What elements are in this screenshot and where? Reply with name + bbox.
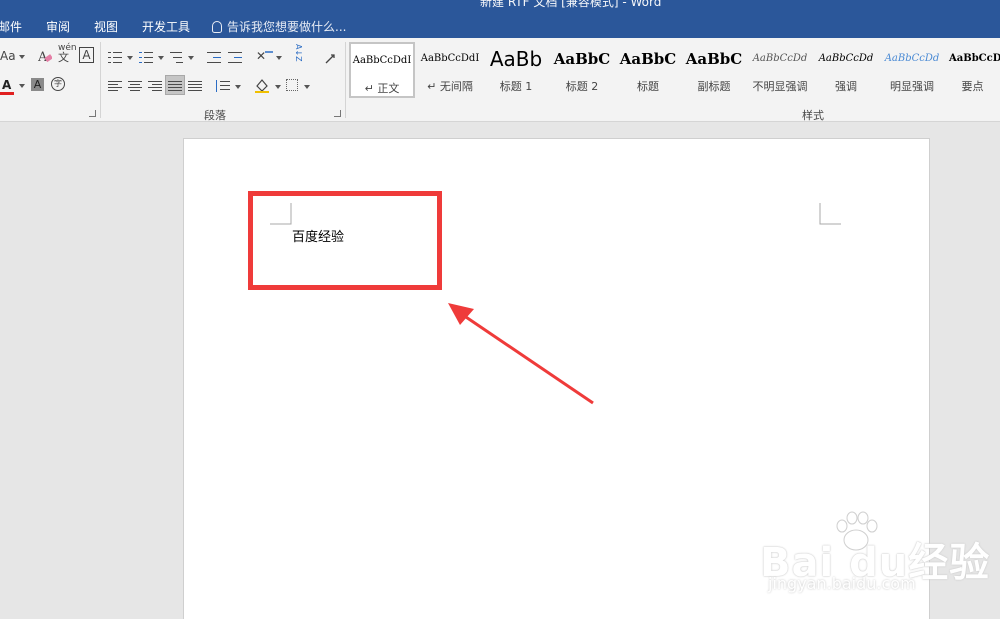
annotation-arrow-icon bbox=[448, 303, 594, 405]
borders-icon[interactable] bbox=[286, 79, 298, 91]
font-color-bar bbox=[0, 92, 14, 95]
style-sample: AaBbCcD bbox=[949, 53, 1000, 64]
clear-formatting-icon[interactable]: A bbox=[37, 48, 53, 65]
font-dialog-launcher-icon[interactable] bbox=[89, 110, 96, 117]
tab-view[interactable]: 视图 bbox=[94, 18, 118, 35]
style-name: 标题 2 bbox=[565, 80, 599, 93]
style-sample: AaBbC bbox=[685, 50, 743, 68]
style-heading-2[interactable]: AaBbC 标题 2 bbox=[549, 42, 615, 98]
style-name: ↵ 无间隔 bbox=[427, 80, 473, 93]
svg-text:✕: ✕ bbox=[256, 49, 266, 63]
chevron-down-icon[interactable] bbox=[188, 56, 194, 60]
chevron-down-icon[interactable] bbox=[276, 56, 282, 60]
style-intense-emphasis[interactable]: AaBbCcDd 明显强调 bbox=[879, 42, 945, 98]
lightbulb-icon bbox=[212, 21, 222, 33]
tab-review[interactable]: 审阅 bbox=[46, 18, 70, 35]
phonetic-guide-button[interactable]: wén 文 bbox=[58, 44, 77, 64]
decrease-indent-icon[interactable] bbox=[207, 51, 221, 64]
style-sample: AaBbCcDd bbox=[818, 53, 874, 64]
tab-mailings[interactable]: 邮件 bbox=[0, 18, 22, 35]
style-name: ↵ 正文 bbox=[364, 82, 400, 95]
style-sample: AaBbCcDdI bbox=[420, 53, 480, 64]
numbering-icon[interactable] bbox=[139, 51, 153, 64]
style-sample: AaBbC bbox=[619, 50, 677, 68]
chevron-down-icon[interactable] bbox=[19, 55, 25, 59]
multilevel-list-icon[interactable] bbox=[170, 51, 184, 64]
style-name: 明显强调 bbox=[890, 80, 934, 93]
style-sample: AaBbC bbox=[553, 50, 611, 68]
show-formatting-marks-icon[interactable] bbox=[324, 50, 336, 64]
style-subtitle[interactable]: AaBbC 副标题 bbox=[681, 42, 747, 98]
chevron-down-icon[interactable] bbox=[304, 85, 310, 89]
sort-button[interactable]: A↓Z bbox=[294, 44, 303, 62]
style-name: 要点 bbox=[961, 80, 984, 93]
styles-gallery: AaBbCcDdI ↵ 正文 AaBbCcDdI ↵ 无间隔 AaBb 标题 1… bbox=[349, 42, 1000, 100]
group-separator bbox=[345, 42, 346, 118]
chevron-down-icon[interactable] bbox=[235, 85, 241, 89]
style-title[interactable]: AaBbC 标题 bbox=[615, 42, 681, 98]
watermark-url: jingyan.baidu.com bbox=[768, 574, 916, 593]
bullets-icon[interactable] bbox=[108, 51, 122, 64]
styles-group-label: 样式 bbox=[802, 109, 824, 122]
style-name: 强调 bbox=[835, 80, 857, 93]
change-case-button[interactable]: Aa bbox=[0, 48, 16, 64]
style-sample: AaBb bbox=[489, 47, 543, 71]
chinese-layout-icon[interactable]: ✕ bbox=[256, 48, 274, 64]
style-name: 标题 bbox=[637, 80, 659, 93]
align-center-icon[interactable] bbox=[128, 80, 142, 92]
style-name: 副标题 bbox=[697, 80, 731, 93]
enclose-characters-button[interactable]: 字 bbox=[51, 77, 65, 91]
style-name: 标题 1 bbox=[499, 80, 533, 93]
chevron-down-icon[interactable] bbox=[19, 84, 25, 88]
chevron-down-icon[interactable] bbox=[158, 56, 164, 60]
window-title: 新建 RTF 文档 [兼容模式] - Word bbox=[480, 0, 662, 9]
style-subtle-emphasis[interactable]: AaBbCcDd 不明显强调 bbox=[747, 42, 813, 98]
style-no-spacing[interactable]: AaBbCcDdI ↵ 无间隔 bbox=[417, 42, 483, 98]
chevron-down-icon[interactable] bbox=[275, 85, 281, 89]
font-color-button[interactable]: A bbox=[2, 77, 11, 93]
character-shading-button[interactable]: A bbox=[31, 78, 44, 91]
style-sample: AaBbCcDd bbox=[752, 53, 808, 64]
paragraph-dialog-launcher-icon[interactable] bbox=[334, 110, 341, 117]
style-name: 不明显强调 bbox=[752, 80, 808, 93]
align-right-icon[interactable] bbox=[148, 80, 162, 92]
margin-corner-mark-right bbox=[819, 203, 841, 225]
increase-indent-icon[interactable] bbox=[228, 51, 242, 64]
group-separator bbox=[100, 42, 101, 118]
tell-me-label: 告诉我您想要做什么... bbox=[227, 20, 347, 34]
style-strong[interactable]: AaBbCcD 要点 bbox=[945, 42, 1000, 98]
character-border-button[interactable]: A bbox=[79, 47, 94, 63]
tell-me-search[interactable]: 告诉我您想要做什么... bbox=[212, 18, 346, 35]
align-left-icon[interactable] bbox=[108, 80, 122, 92]
chevron-down-icon[interactable] bbox=[127, 56, 133, 60]
title-menu-bar: 新建 RTF 文档 [兼容模式] - Word 邮件 审阅 视图 开发工具 告诉… bbox=[0, 0, 1000, 38]
style-heading-1[interactable]: AaBb 标题 1 bbox=[483, 42, 549, 98]
line-spacing-icon[interactable] bbox=[216, 80, 230, 92]
style-normal[interactable]: AaBbCcDdI ↵ 正文 bbox=[349, 42, 415, 98]
shading-icon[interactable] bbox=[254, 77, 270, 93]
highlight-box bbox=[248, 191, 442, 290]
ribbon: Aa A wén 文 A A A 字 ✕ A↓Z 段落 AaBbCcDdI ↵ … bbox=[0, 38, 1000, 122]
style-emphasis[interactable]: AaBbCcDd 强调 bbox=[813, 42, 879, 98]
style-sample: AaBbCcDdI bbox=[352, 55, 412, 66]
justify-icon bbox=[168, 80, 182, 92]
style-sample: AaBbCcDd bbox=[884, 53, 940, 64]
phonetic-char: 文 bbox=[58, 51, 69, 64]
tab-developer[interactable]: 开发工具 bbox=[142, 18, 190, 35]
distributed-icon[interactable] bbox=[188, 80, 202, 92]
paragraph-group-label: 段落 bbox=[204, 109, 226, 122]
